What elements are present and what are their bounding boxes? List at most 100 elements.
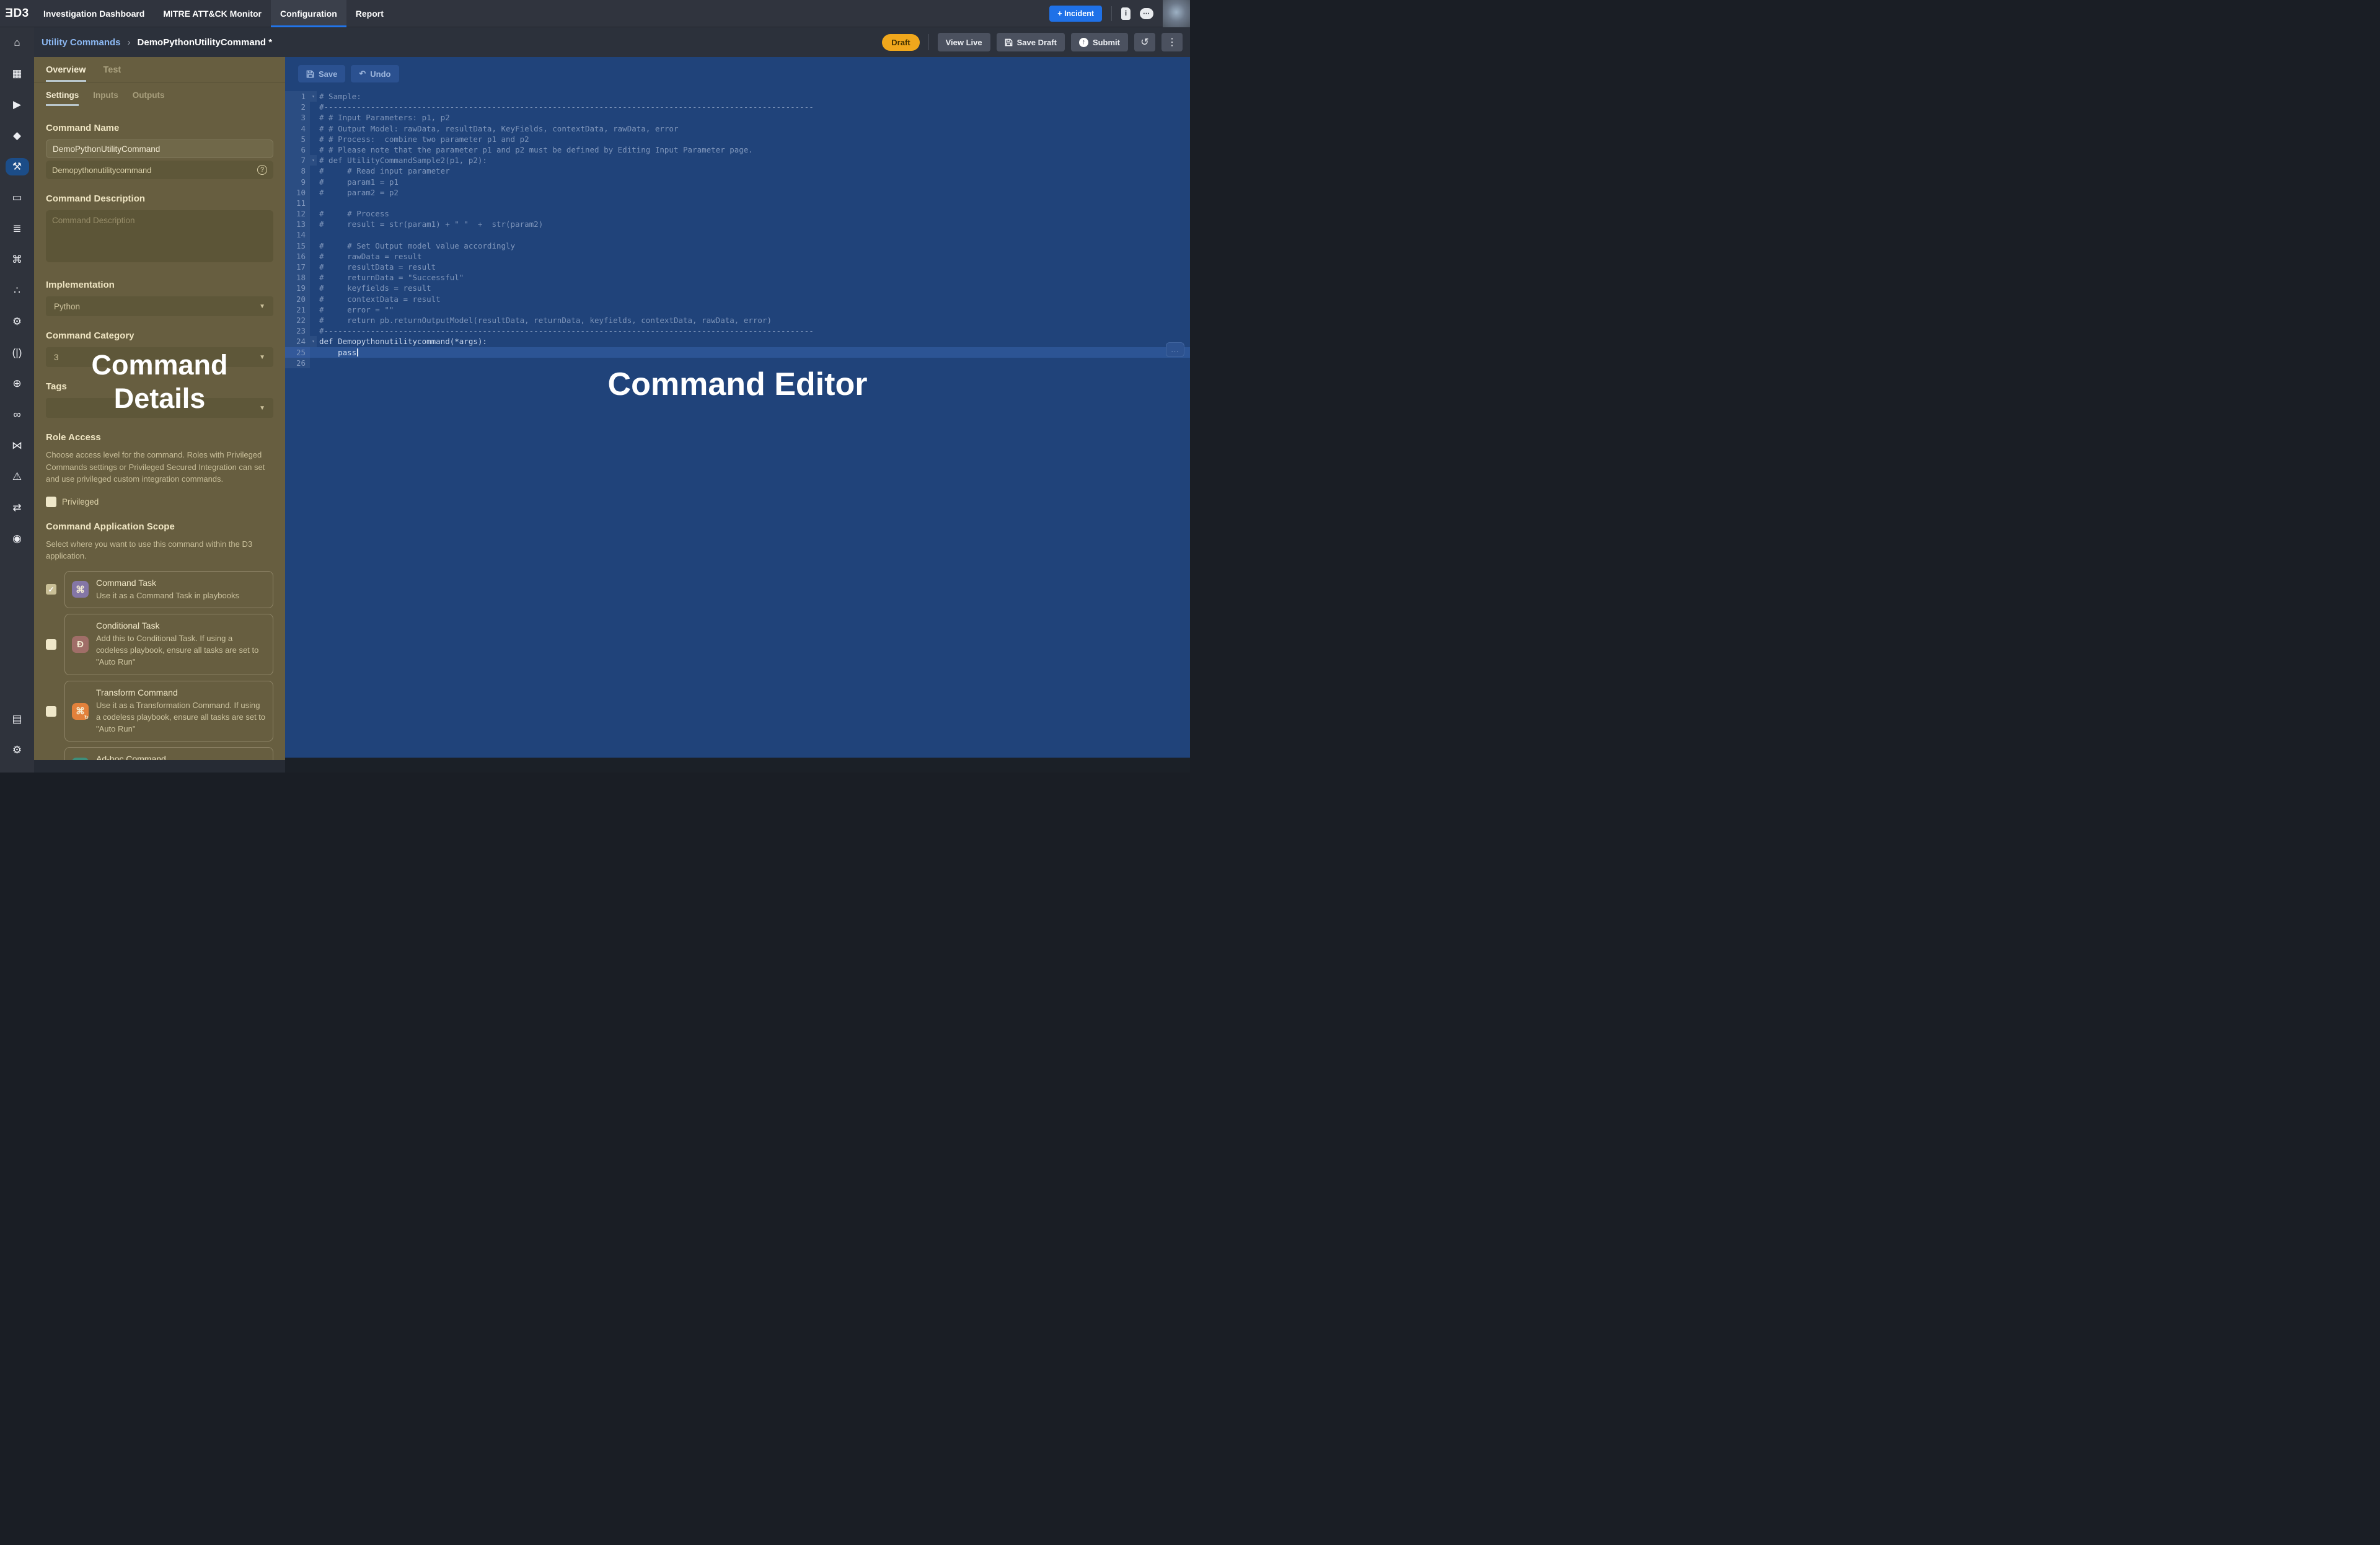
panel-tab[interactable]: Overview: [46, 65, 86, 82]
floppy-icon: [1005, 38, 1013, 46]
fingerprint-icon[interactable]: ◉: [6, 530, 29, 547]
database-icon[interactable]: ≣: [6, 220, 29, 237]
whiteboard-icon[interactable]: ▭: [6, 189, 29, 206]
breadcrumb-link[interactable]: Utility Commands: [42, 37, 121, 48]
command-name-input[interactable]: [46, 139, 273, 158]
code-line: 18 ▾ # returnData = "Successful": [285, 272, 1190, 283]
code-text: # result = str(param1) + " " + str(param…: [317, 219, 543, 229]
command-description-input[interactable]: [46, 210, 273, 262]
editor-toolbar: Save ↶ Undo: [285, 57, 1190, 82]
d3-logo[interactable]: ƎD3: [0, 7, 34, 20]
search-glasses-icon[interactable]: ∞: [6, 406, 29, 423]
handshake-icon[interactable]: ⋈: [6, 437, 29, 454]
implementation-label: Implementation: [46, 280, 273, 290]
editor-undo-button[interactable]: ↶ Undo: [351, 65, 399, 82]
nav-tab[interactable]: Investigation Dashboard ∨: [34, 0, 154, 27]
editor-save-button[interactable]: Save: [298, 65, 345, 82]
kebab-icon: ⋮: [1167, 36, 1177, 48]
save-draft-button[interactable]: Save Draft: [997, 33, 1065, 51]
command-icon[interactable]: ⌘: [6, 251, 29, 268]
breadcrumb-bar: Utility Commands › DemoPythonUtilityComm…: [34, 27, 1190, 57]
top-nav: ƎD3 Investigation Dashboard ∨ MITRE ATT&…: [0, 0, 1190, 27]
inline-actions-button[interactable]: ...: [1166, 342, 1184, 357]
history-button[interactable]: ↺: [1134, 33, 1155, 51]
code-line: 14 ▾: [285, 229, 1190, 240]
scope-description: Select where you want to use this comman…: [46, 538, 273, 562]
implementation-select[interactable]: Python ▼: [46, 296, 273, 316]
nav-tab[interactable]: Configuration ∨: [271, 0, 346, 27]
tags-label: Tags: [46, 381, 273, 392]
scope-checkbox[interactable]: [46, 584, 56, 595]
chevron-down-icon: ▼: [259, 405, 265, 412]
scope-title: Command Task: [96, 578, 239, 588]
code-line: 15 ▾ # # Set Output model value accordin…: [285, 241, 1190, 251]
avatar[interactable]: [1163, 0, 1190, 27]
code-line: 12 ▾ # # Process: [285, 208, 1190, 219]
privileged-checkbox-row[interactable]: Privileged: [46, 497, 273, 507]
home-icon[interactable]: ⌂: [6, 34, 29, 51]
scope-type-icon: ⌘: [72, 581, 89, 598]
scope-checkbox[interactable]: [46, 706, 56, 717]
code-text: # # Read input parameter: [317, 166, 450, 176]
more-options-button[interactable]: ⋮: [1161, 33, 1183, 51]
scope-card[interactable]: ⌘ + Ad-hoc Command Use it in the Inciden…: [64, 747, 273, 760]
document-icon[interactable]: [1121, 7, 1130, 20]
scope-checkbox[interactable]: [46, 639, 56, 650]
utility-commands-tools-icon[interactable]: ⚒: [6, 158, 29, 175]
tags-select[interactable]: ▼: [46, 398, 273, 418]
fold-toggle-icon[interactable]: ▾: [310, 91, 317, 102]
submit-button[interactable]: ↑ Submit: [1071, 33, 1128, 51]
alert-editor-icon[interactable]: ⚠: [6, 468, 29, 485]
line-number: 4: [285, 123, 310, 134]
code-text: pass: [317, 347, 358, 358]
status-badge: Draft: [882, 34, 919, 51]
panel-tabs: Overview Test: [34, 57, 285, 82]
floppy-icon: [306, 70, 314, 78]
nav-divider: [1111, 6, 1112, 21]
investigation-schedule-icon[interactable]: ▦: [6, 65, 29, 82]
fold-toggle-icon[interactable]: ▾: [310, 336, 317, 347]
api-gear-icon[interactable]: ⚙: [6, 313, 29, 330]
line-number: 19: [285, 283, 310, 293]
new-incident-button[interactable]: + Incident: [1049, 6, 1102, 22]
scope-row: ⌘ + Ad-hoc Command Use it in the Inciden…: [46, 747, 273, 760]
code-text: # # Output Model: rawData, resultData, K…: [317, 123, 678, 134]
panel-subtab[interactable]: Outputs: [133, 91, 165, 106]
fold-toggle-icon[interactable]: ▾: [310, 155, 317, 166]
scope-card[interactable]: ⌘ Command Task Use it as a Command Task …: [64, 571, 273, 609]
broadcast-icon[interactable]: (|): [6, 344, 29, 361]
panel-subtab[interactable]: Settings: [46, 91, 79, 106]
command-editor-overlay-label: Command Editor: [608, 366, 868, 403]
panel-tab[interactable]: Test: [104, 65, 121, 82]
integrations-puzzle-icon[interactable]: ◆: [6, 127, 29, 144]
line-number: 25: [285, 347, 310, 358]
nav-tab[interactable]: Report ∨: [346, 0, 393, 27]
settings-gear-icon[interactable]: ⚙: [6, 742, 29, 759]
code-text: #---------------------------------------…: [317, 325, 814, 336]
scope-card[interactable]: ⌘ ↻ Transform Command Use it as a Transf…: [64, 681, 273, 742]
connection-nodes-icon[interactable]: ∴: [6, 282, 29, 299]
nav-tab[interactable]: MITRE ATT&CK Monitor ∨: [154, 0, 271, 27]
line-number: 1: [285, 91, 310, 102]
code-editor[interactable]: 1 ▾ # Sample: 2 ▾ #---------------------…: [285, 91, 1190, 368]
view-live-button[interactable]: View Live: [938, 33, 990, 51]
line-number: 3: [285, 112, 310, 123]
scope-card[interactable]: Ð Conditional Task Add this to Condition…: [64, 614, 273, 675]
contact-card-icon[interactable]: ▤: [6, 711, 29, 728]
chat-icon[interactable]: ⋯: [1140, 8, 1153, 19]
command-category-select[interactable]: 3 ▼: [46, 347, 273, 367]
globe-icon[interactable]: ⊕: [6, 375, 29, 392]
breadcrumb-separator: ›: [128, 37, 131, 48]
command-application-scope-label: Command Application Scope: [46, 521, 273, 532]
scope-desc-text: Use it as a Transformation Command. If u…: [96, 700, 266, 735]
panel-bottom-scroll-area[interactable]: [34, 760, 285, 772]
line-number: 16: [285, 251, 310, 262]
sync-arrows-icon[interactable]: ⇄: [6, 499, 29, 516]
help-icon[interactable]: ?: [257, 165, 267, 175]
editor-bottom-scroll-area[interactable]: [285, 758, 1190, 772]
privileged-checkbox[interactable]: [46, 497, 56, 507]
command-name-label: Command Name: [46, 123, 273, 133]
code-text: [317, 198, 319, 208]
playbook-icon[interactable]: ▶: [6, 96, 29, 113]
panel-subtab[interactable]: Inputs: [93, 91, 118, 106]
